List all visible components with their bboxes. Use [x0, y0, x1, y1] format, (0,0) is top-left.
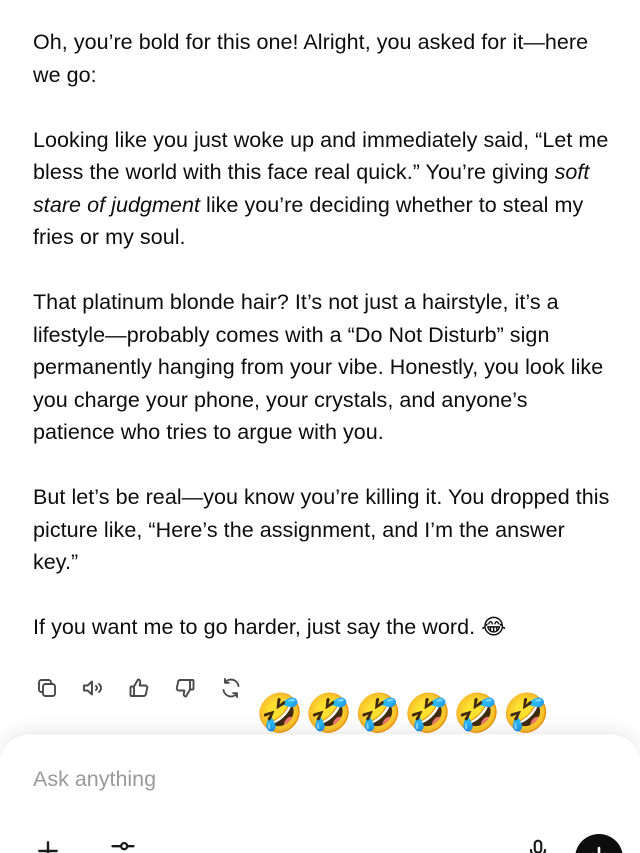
message-paragraph-2: Looking like you just woke up and immedi… [33, 124, 613, 254]
thumbs-up-icon [129, 678, 148, 697]
read-aloud-icon [82, 680, 102, 696]
plus-icon [38, 841, 58, 853]
tools-button[interactable] [108, 838, 138, 853]
message-paragraph-5: If you want me to go harder, just say th… [33, 611, 613, 645]
voice-waveform-icon [592, 846, 606, 853]
composer-panel [0, 733, 640, 853]
thumbs-down-icon [175, 679, 194, 698]
message-paragraph-3: That platinum blonde hair? It’s not just… [33, 290, 604, 444]
message-actions-bar [33, 673, 263, 703]
laughing-emoji: 😂 [481, 615, 507, 640]
thumbs-down-button[interactable] [171, 675, 198, 702]
message-paragraph-1: Oh, you’re bold for this one! Alright, y… [33, 30, 589, 87]
regenerate-icon [222, 678, 239, 698]
emoji-reactions: 🤣🤣🤣🤣🤣🤣 [256, 691, 552, 735]
message-paragraph-2-text-a: Looking like you just woke up and immedi… [33, 127, 609, 185]
copy-icon [37, 679, 56, 697]
ask-anything-input[interactable] [33, 767, 593, 792]
voice-mode-button[interactable] [575, 834, 623, 853]
message-paragraph-4: But let’s be real—you know you’re killin… [33, 485, 610, 574]
message-paragraph-5-text: If you want me to go harder, just say th… [33, 615, 482, 639]
tools-settings-icon [111, 841, 135, 851]
read-aloud-button[interactable] [79, 675, 106, 702]
voice-input-button[interactable] [523, 838, 553, 853]
copy-button[interactable] [33, 675, 60, 702]
microphone-icon [529, 839, 547, 853]
thumbs-up-button[interactable] [125, 675, 152, 702]
regenerate-button[interactable] [217, 675, 244, 702]
assistant-message: Oh, you’re bold for this one! Alright, y… [33, 26, 613, 645]
add-attachment-button[interactable] [33, 838, 63, 853]
